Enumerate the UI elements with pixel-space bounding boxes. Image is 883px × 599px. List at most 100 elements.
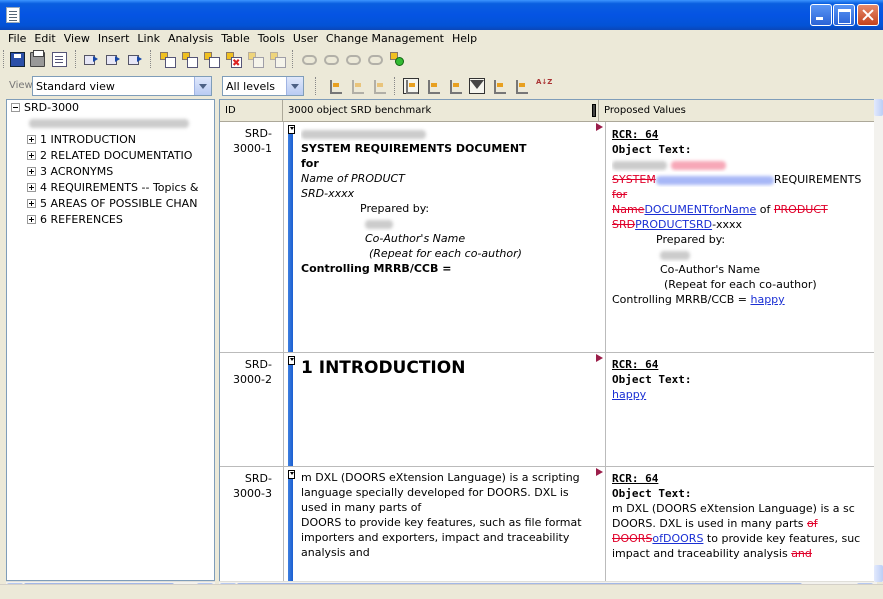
link-icon[interactable] [302,55,317,65]
menu-file[interactable]: File [4,32,30,45]
level-icon[interactable] [350,79,364,94]
levels-select[interactable]: All levels [222,76,304,96]
menu-table[interactable]: Table [217,32,253,45]
tree-root[interactable]: SRD-3000 [11,100,79,116]
menu-change-management[interactable]: Change Management [322,32,448,45]
tree-item-label: 6 REFERENCES [40,213,123,226]
menu-edit[interactable]: Edit [30,32,59,45]
demote-icon[interactable] [248,52,264,68]
hourglass-icon [288,470,295,479]
minimize-button[interactable] [810,4,832,26]
object-id: SRD- 3000-2 [233,358,272,386]
proposed-value[interactable]: RCR: 64 Object Text: happy [612,357,870,402]
copy-object-icon[interactable] [204,52,220,68]
grid-header: ID 3000 object SRD benchmark Proposed Va… [220,100,876,122]
filter-icon[interactable] [469,78,485,94]
expand-icon[interactable] [27,214,36,224]
object-heading[interactable]: 1 INTRODUCTION [301,357,601,379]
grid-v-scrollbar[interactable] [874,99,883,582]
insert-object-icon[interactable] [160,52,176,68]
tree-item-label: 2 RELATED DOCUMENTATIO [40,149,193,162]
app-icon[interactable] [6,7,20,23]
sort-icon[interactable] [536,78,552,93]
tree-item-related-documentation[interactable]: 2 RELATED DOCUMENTATIO [27,148,192,164]
compare-icon[interactable] [514,79,528,94]
column-header-proposed-values[interactable]: Proposed Values [599,100,876,122]
show-table-icon[interactable] [448,79,462,94]
print-icon[interactable] [30,50,45,67]
expand-icon[interactable] [27,134,36,144]
show-tree-icon[interactable] [403,78,419,94]
title-bar[interactable] [0,0,883,30]
object-text[interactable]: m DXL (DOORS eXtension Language) is a sc… [301,470,601,560]
column-header-object[interactable]: 3000 object SRD benchmark [283,100,599,122]
show-deleted-icon[interactable] [492,79,506,94]
menu-tools[interactable]: Tools [254,32,289,45]
delete-link-icon[interactable] [324,55,339,65]
tree-item-acronyms[interactable]: 3 ACRONYMS [27,164,113,180]
tree-item-requirements[interactable]: 4 REQUIREMENTS -- Topics & [27,180,198,196]
save-icon[interactable] [10,52,25,67]
tree-root-label: SRD-3000 [24,101,80,114]
toolbar-grip[interactable] [292,50,295,68]
graphics-icon[interactable] [372,79,386,94]
toolbar-grip[interactable] [75,50,78,68]
selection-bar [288,365,293,466]
delete-object-icon[interactable] [226,52,242,68]
maximize-button[interactable] [833,4,855,26]
menu-insert[interactable]: Insert [94,32,134,45]
view-select[interactable]: Standard view [32,76,212,96]
menu-analysis[interactable]: Analysis [164,32,217,45]
proposed-value[interactable]: RCR: 64 Object Text: SYSTEM REQUIREMENTS … [612,127,870,307]
close-button[interactable] [857,4,879,26]
toolbar-grip[interactable] [150,50,153,68]
promote-icon[interactable] [270,52,286,68]
change-proposal-icon[interactable] [390,52,404,66]
expand-icon[interactable] [27,150,36,160]
tree-item-blurred[interactable] [29,115,189,131]
outline-icon[interactable] [328,79,342,94]
insert-below-icon[interactable] [182,52,198,68]
chevron-down-icon[interactable] [194,77,211,95]
move-right-icon[interactable] [106,53,121,66]
tree-item-references[interactable]: 6 REFERENCES [27,212,123,228]
module-explorer-tree[interactable]: SRD-3000 1 INTRODUCTION 2 RELATED DOCUME… [6,99,215,581]
doors-window: File Edit View Insert Link Analysis Tabl… [0,0,883,599]
proposed-value[interactable]: RCR: 64 Object Text: m DXL (DOORS eXtens… [612,471,870,561]
menu-bar: File Edit View Insert Link Analysis Tabl… [0,30,883,47]
link-start-icon[interactable] [346,55,361,65]
show-links-icon[interactable] [426,79,440,94]
toolbar-grip[interactable] [394,77,397,95]
scroll-up-icon[interactable] [874,99,883,116]
move-down-icon[interactable] [128,53,143,66]
move-left-icon[interactable] [84,53,99,66]
tree-item-introduction[interactable]: 1 INTRODUCTION [27,132,136,148]
collapse-icon[interactable] [11,102,20,112]
expand-icon[interactable] [27,198,36,208]
menu-user[interactable]: User [289,32,322,45]
object-id: SRD- 3000-1 [233,127,272,155]
properties-icon[interactable] [52,52,67,67]
chevron-down-icon[interactable] [286,77,303,95]
status-bar [0,584,883,599]
tree-item-areas-of-change[interactable]: 5 AREAS OF POSSIBLE CHAN [27,196,197,212]
scroll-down-icon[interactable] [874,565,883,582]
view-select-value: Standard view [36,80,115,93]
tree-item-label: 5 AREAS OF POSSIBLE CHAN [40,197,198,210]
object-text[interactable]: SYSTEM REQUIREMENTS DOCUMENT for Name of… [301,126,601,276]
toolbar-grip[interactable] [3,50,6,68]
column-header-id[interactable]: ID [220,100,283,122]
module-grid[interactable]: ID 3000 object SRD benchmark Proposed Va… [219,99,877,582]
expand-icon[interactable] [27,182,36,192]
view-toolbar: View Standard view All levels [0,71,883,99]
object-id: SRD- 3000-3 [233,472,272,500]
expand-icon[interactable] [27,166,36,176]
column-resize-icon[interactable] [592,104,596,117]
menu-link[interactable]: Link [133,32,164,45]
link-end-icon[interactable] [368,55,383,65]
menu-view[interactable]: View [60,32,94,45]
toolbar-grip[interactable] [315,77,318,95]
main-toolbar [0,47,883,71]
row-divider [220,466,876,467]
menu-help[interactable]: Help [448,32,481,45]
